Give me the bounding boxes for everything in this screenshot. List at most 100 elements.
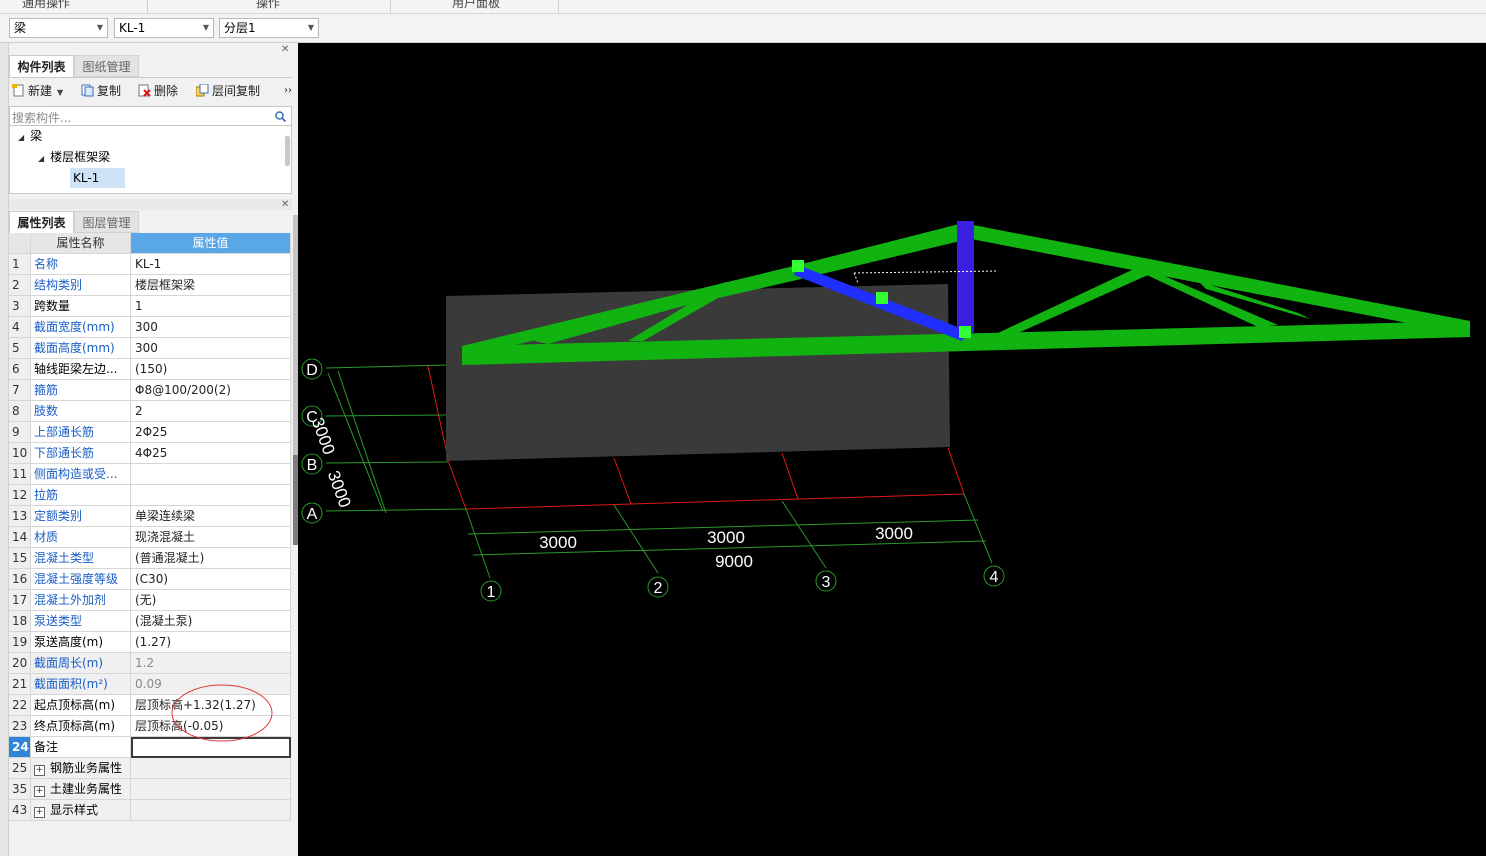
property-name-cell: 起点顶标高(m) [31, 695, 131, 716]
property-row[interactable]: 18 泵送类型 (混凝土泵) [9, 611, 291, 632]
property-row-index: 15 [9, 548, 31, 569]
ribbon-group-operation[interactable]: 操作 [256, 0, 280, 11]
component-type-select[interactable]: 梁 ▼ [9, 18, 108, 38]
property-value-cell[interactable]: (普通混凝土) [131, 548, 291, 569]
copy-button[interactable]: 复制 [81, 82, 121, 100]
grip-point-end[interactable] [959, 326, 971, 338]
property-row[interactable]: 7 箍筋 Φ8@100/200(2) [9, 380, 291, 401]
property-value-cell[interactable]: Φ8@100/200(2) [131, 380, 291, 401]
ribbon-group-user-panel[interactable]: 用户面板 [452, 0, 500, 11]
property-value-cell[interactable]: 2Φ25 [131, 422, 291, 443]
tree-node-kl-1[interactable]: KL-1 [70, 168, 125, 188]
property-row[interactable]: 3 跨数量 1 [9, 296, 291, 317]
property-value-cell [131, 779, 291, 800]
property-value-cell[interactable]: 2 [131, 401, 291, 422]
red-grid-line [613, 457, 632, 505]
property-row[interactable]: 9 上部通长筋 2Φ25 [9, 422, 291, 443]
property-name-cell: 终点顶标高(m) [31, 716, 131, 737]
tree-node-beam[interactable]: ◢ 梁 [18, 126, 42, 146]
tree-scrollbar-thumb[interactable] [285, 136, 290, 166]
property-row[interactable]: 12 拉筋 [9, 485, 291, 506]
property-value-cell[interactable]: 300 [131, 317, 291, 338]
close-icon[interactable]: ✕ [281, 44, 289, 55]
tab-layer-management[interactable]: 图层管理 [74, 211, 139, 233]
new-button[interactable]: 新建 ▼ [12, 82, 63, 100]
floor-copy-button[interactable]: 层间复制 [196, 82, 260, 100]
viewport-canvas[interactable]: D C B A 1 2 3 4 3000 3000 3000 9000 3000… [298, 43, 1486, 856]
property-row[interactable]: 17 混凝土外加剂 (无) [9, 590, 291, 611]
property-value-cell[interactable]: 1 [131, 296, 291, 317]
truss-top-chord-mid[interactable] [798, 223, 973, 279]
property-row[interactable]: 8 肢数 2 [9, 401, 291, 422]
property-value-cell[interactable]: (无) [131, 590, 291, 611]
3d-viewport[interactable]: D C B A 1 2 3 4 3000 3000 3000 9000 3000… [298, 43, 1486, 856]
more-button[interactable]: ›› [284, 82, 292, 100]
property-group-row[interactable]: 35 + 土建业务属性 [9, 779, 291, 800]
axis-label-d: D [306, 362, 318, 379]
property-row-index: 23 [9, 716, 31, 737]
property-row-index: 22 [9, 695, 31, 716]
property-row[interactable]: 15 混凝土类型 (普通混凝土) [9, 548, 291, 569]
red-grid-line [427, 365, 450, 464]
property-row[interactable]: 1 名称 KL-1 [9, 254, 291, 275]
property-row[interactable]: 19 泵送高度(m) (1.27) [9, 632, 291, 653]
property-value-cell[interactable]: (C30) [131, 569, 291, 590]
property-name-cell: 侧面构造或受... [31, 464, 131, 485]
component-toolbar: 新建 ▼ 复制 删除 层间复制 ›› [9, 80, 293, 102]
property-row[interactable]: 4 截面宽度(mm) 300 [9, 317, 291, 338]
header-value-cell: 属性值 [131, 233, 291, 254]
property-value-cell[interactable]: 4Φ25 [131, 443, 291, 464]
property-value-cell[interactable]: 楼层框架梁 [131, 275, 291, 296]
property-name-cell: 上部通长筋 [31, 422, 131, 443]
tree-node-floor-frame-beam[interactable]: ◢ 楼层框架梁 [38, 147, 110, 167]
grip-point-mid[interactable] [876, 292, 888, 304]
delete-button[interactable]: 删除 [138, 82, 178, 100]
property-row[interactable]: 14 材质 现浇混凝土 [9, 527, 291, 548]
collapse-triangle-icon[interactable]: ◢ [38, 149, 44, 169]
property-row[interactable]: 2 结构类别 楼层框架梁 [9, 275, 291, 296]
search-icon[interactable] [275, 111, 286, 122]
property-group-row[interactable]: 25 + 钢筋业务属性 [9, 758, 291, 779]
property-row[interactable]: 11 侧面构造或受... [9, 464, 291, 485]
property-row[interactable]: 16 混凝土强度等级 (C30) [9, 569, 291, 590]
property-value-cell[interactable]: (混凝土泵) [131, 611, 291, 632]
property-row[interactable]: 6 轴线距梁左边... (150) [9, 359, 291, 380]
property-row-index: 17 [9, 590, 31, 611]
truss-web[interactable] [998, 269, 1148, 333]
property-value-cell[interactable]: 单梁连续梁 [131, 506, 291, 527]
grip-point-start[interactable] [792, 260, 804, 272]
column-post[interactable] [957, 221, 974, 333]
property-name-cell[interactable]: + 显示样式 [31, 800, 131, 821]
expand-plus-icon[interactable]: + [34, 786, 45, 797]
property-row[interactable]: 20 截面周长(m) 1.2 [9, 653, 291, 674]
property-value-cell[interactable]: 现浇混凝土 [131, 527, 291, 548]
property-value-cell[interactable]: (150) [131, 359, 291, 380]
property-name-cell[interactable]: + 钢筋业务属性 [31, 758, 131, 779]
tab-component-list[interactable]: 构件列表 [9, 55, 74, 77]
property-group-row[interactable]: 43 + 显示样式 [9, 800, 291, 821]
tab-drawing-management[interactable]: 图纸管理 [74, 55, 139, 77]
property-name-cell[interactable]: + 土建业务属性 [31, 779, 131, 800]
property-value-cell[interactable] [131, 464, 291, 485]
ribbon-group-general[interactable]: 通用操作 [22, 0, 70, 11]
property-value-cell[interactable]: KL-1 [131, 254, 291, 275]
property-value-cell[interactable] [131, 485, 291, 506]
search-input[interactable]: 搜索构件... [9, 106, 292, 126]
collapse-triangle-icon[interactable]: ◢ [18, 128, 24, 148]
slab-panel[interactable] [446, 284, 950, 461]
tab-property-list[interactable]: 属性列表 [9, 211, 74, 233]
property-row[interactable]: 13 定额类别 单梁连续梁 [9, 506, 291, 527]
property-name-cell: 截面面积(m²) [31, 674, 131, 695]
expand-plus-icon[interactable]: + [34, 807, 45, 818]
property-row-index: 16 [9, 569, 31, 590]
property-value-cell[interactable]: (1.27) [131, 632, 291, 653]
component-name-select[interactable]: KL-1 ▼ [114, 18, 214, 38]
axis-label-3: 3 [822, 574, 831, 591]
property-value-cell[interactable]: 300 [131, 338, 291, 359]
close-icon[interactable]: ✕ [281, 199, 289, 210]
property-row[interactable]: 5 截面高度(mm) 300 [9, 338, 291, 359]
property-panel-titlebar [9, 199, 292, 210]
expand-plus-icon[interactable]: + [34, 765, 45, 776]
property-row[interactable]: 10 下部通长筋 4Φ25 [9, 443, 291, 464]
layer-select[interactable]: 分层1 ▼ [219, 18, 319, 38]
